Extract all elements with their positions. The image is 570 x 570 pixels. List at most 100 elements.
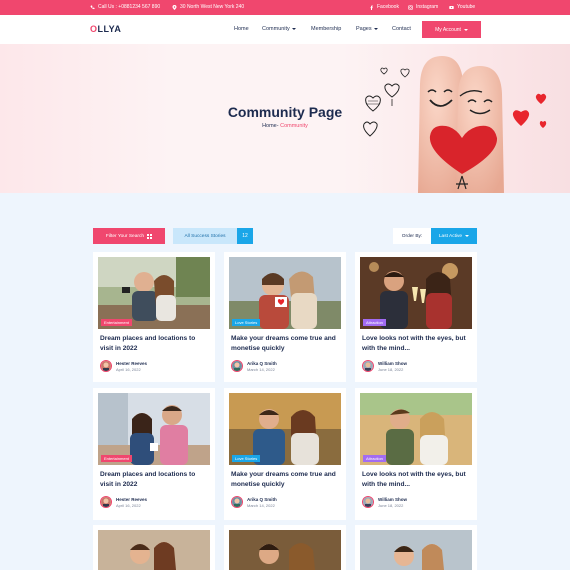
story-title[interactable]: Dream places and locations to visit in 2…: [100, 470, 210, 490]
story-title[interactable]: Make your dreams come true and monetise …: [231, 470, 341, 490]
story-card[interactable]: [224, 525, 346, 570]
nav-home-label: Home: [234, 26, 249, 32]
story-title[interactable]: Make your dreams come true and monetise …: [231, 334, 341, 354]
nav-contact[interactable]: Contact: [392, 26, 411, 32]
my-account-button[interactable]: My Account: [422, 21, 481, 38]
breadcrumb-home[interactable]: Home: [262, 123, 277, 129]
category-tag[interactable]: Entertainment: [101, 455, 132, 462]
story-author: Arika Q Smith March 14, 2022: [231, 496, 277, 508]
story-thumbnail[interactable]: Attraction: [360, 257, 472, 329]
category-tag[interactable]: Attraction: [363, 455, 386, 462]
story-card[interactable]: Entertainment Dream places and locations…: [93, 252, 215, 382]
story-card[interactable]: Attraction Love looks not with the eyes,…: [355, 388, 477, 520]
success-stories-counter[interactable]: All Success Stories 12: [173, 228, 253, 244]
post-date: June 18, 2022: [378, 502, 404, 508]
story-thumbnail[interactable]: Love Stories: [229, 393, 341, 465]
avatar: [100, 360, 112, 372]
story-card[interactable]: Love Stories Make your dreams come true …: [224, 388, 346, 520]
story-thumbnail[interactable]: Entertainment: [98, 393, 210, 465]
story-author: William Show June 18, 2022: [362, 360, 407, 372]
youtube-label: Youtube: [457, 4, 476, 10]
phone-text: Call Us : +0881234 567 890: [98, 4, 161, 10]
author-name[interactable]: Arika Q Smith: [247, 361, 277, 367]
story-card[interactable]: Entertainment Dream places and locations…: [93, 388, 215, 520]
facebook-label: Facebook: [377, 4, 399, 10]
facebook-icon: [370, 5, 373, 10]
instagram-label: Instagram: [416, 4, 439, 10]
avatar: [100, 496, 112, 508]
couple-kiss-photo: [98, 530, 210, 570]
story-author: Hester Reeves April 16, 2022: [100, 496, 147, 508]
address-text: 30 North West New York 240: [180, 4, 245, 10]
story-thumbnail[interactable]: [229, 530, 341, 570]
phone-info[interactable]: Call Us : +0881234 567 890: [90, 4, 160, 10]
success-stories-label: All Success Stories: [173, 228, 237, 244]
page-title: Community Page: [227, 104, 343, 120]
youtube-link[interactable]: Youtube: [449, 4, 475, 10]
address-info: 30 North West New York 240: [172, 4, 244, 10]
my-account-label: My Account: [435, 26, 461, 33]
author-name[interactable]: Arika Q Smith: [247, 497, 277, 503]
chevron-down-icon: [373, 28, 378, 30]
main-header: OLLYA Home Community Membership Pages Co…: [0, 15, 570, 44]
category-tag[interactable]: Entertainment: [101, 319, 132, 326]
story-card[interactable]: [355, 525, 477, 570]
story-title[interactable]: Love looks not with the eyes, but with t…: [362, 470, 472, 490]
chevron-down-icon: [465, 235, 470, 237]
order-by-label: Order By:: [401, 233, 423, 239]
chevron-down-icon: [291, 28, 296, 30]
author-name[interactable]: William Show: [378, 361, 407, 367]
avatar: [362, 496, 374, 508]
category-tag[interactable]: Love Stories: [232, 319, 261, 326]
facebook-link[interactable]: Facebook: [369, 4, 399, 10]
breadcrumb: Home- Community: [0, 123, 570, 129]
post-date: April 16, 2022: [116, 366, 141, 372]
instagram-icon: [408, 4, 413, 10]
author-name[interactable]: Hester Reeves: [116, 497, 147, 503]
order-by-select[interactable]: Last Active: [431, 228, 477, 244]
story-card[interactable]: [93, 525, 215, 570]
post-date: June 18, 2022: [378, 366, 404, 372]
avatar: [231, 360, 243, 372]
filter-grid-icon: [147, 233, 153, 239]
couple-smiling-photo: [229, 530, 341, 570]
success-stories-count: 12: [237, 228, 253, 244]
story-thumbnail[interactable]: Love Stories: [229, 257, 341, 329]
phone-icon: [90, 5, 95, 9]
logo-rest: LLYA: [97, 24, 122, 34]
story-card[interactable]: Attraction Love looks not with the eyes,…: [355, 252, 477, 382]
story-thumbnail[interactable]: [360, 530, 472, 570]
nav-community-label: Community: [262, 26, 290, 32]
story-thumbnail[interactable]: Entertainment: [98, 257, 210, 329]
couple-hug-photo: [360, 530, 472, 570]
page-hero: Community Page Home- Community: [0, 44, 570, 193]
author-name[interactable]: William Show: [378, 497, 407, 503]
filter-search-label: Filter Your Search: [105, 233, 145, 239]
story-thumbnail[interactable]: Attraction: [360, 393, 472, 465]
top-bar: Call Us : +0881234 567 890 30 North West…: [0, 0, 570, 15]
avatar: [231, 496, 243, 508]
nav-community[interactable]: Community: [262, 26, 296, 32]
category-tag[interactable]: Love Stories: [232, 455, 261, 462]
nav-membership[interactable]: Membership: [311, 26, 341, 32]
nav-contact-label: Contact: [392, 26, 411, 32]
category-tag[interactable]: Attraction: [363, 319, 386, 326]
order-by-control: Order By: Last Active: [393, 228, 477, 244]
instagram-link[interactable]: Instagram: [408, 4, 438, 10]
author-name[interactable]: Hester Reeves: [116, 361, 147, 367]
story-title[interactable]: Love looks not with the eyes, but with t…: [362, 334, 472, 354]
filter-search-button[interactable]: Filter Your Search: [93, 228, 165, 244]
nav-pages[interactable]: Pages: [356, 26, 378, 32]
nav-membership-label: Membership: [311, 26, 342, 32]
nav-home[interactable]: Home: [234, 26, 249, 32]
youtube-icon: [449, 5, 454, 9]
breadcrumb-current: Community: [280, 123, 308, 129]
order-by-value: Last Active: [438, 233, 463, 239]
story-title[interactable]: Dream places and locations to visit in 2…: [100, 334, 210, 354]
post-date: March 14, 2022: [247, 502, 275, 508]
brand-logo[interactable]: OLLYA: [90, 24, 121, 34]
story-author: Arika Q Smith March 14, 2022: [231, 360, 277, 372]
nav-pages-label: Pages: [356, 26, 372, 32]
story-thumbnail[interactable]: [98, 530, 210, 570]
story-card[interactable]: Love Stories Make your dreams come true …: [224, 252, 346, 382]
